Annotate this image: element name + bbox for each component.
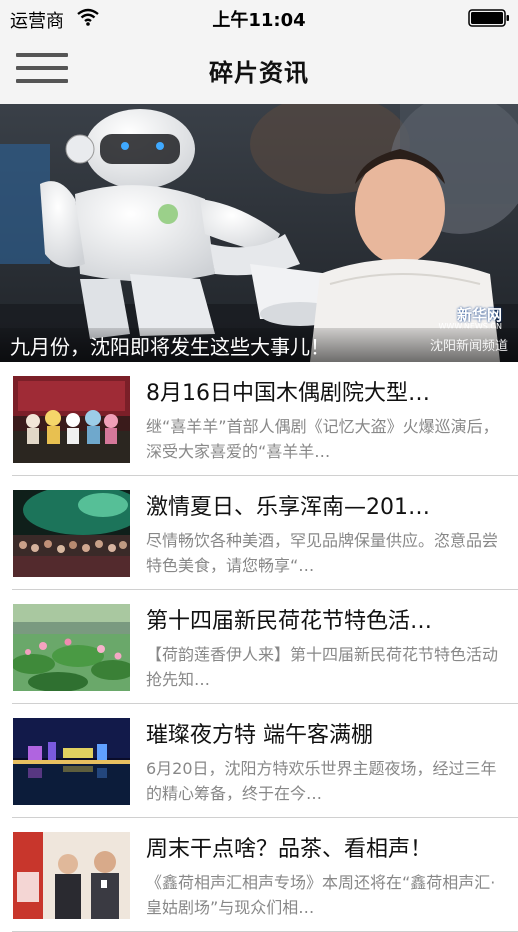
news-summary: 【荷韵莲香伊人来】第十四届新民荷花节特色活动抢先知…	[146, 645, 499, 689]
nav-bar: 碎片资讯	[0, 36, 518, 104]
page-title: 碎片资讯	[209, 59, 309, 87]
news-title: 第十四届新民荷花节特色活…	[146, 609, 433, 634]
news-summary: 6月20日，沈阳方特欢乐世界主题夜场，经过三年的精心筹备，终于在今…	[146, 759, 497, 803]
news-list: 8月16日中国木偶剧院大型… 继“喜羊羊”首部人偶剧《记忆大盗》火爆巡演后，深受…	[0, 362, 518, 932]
news-summary: 尽情畅饮各种美酒，罕见品牌保量供应。恣意品尝特色美食，请您畅享“…	[146, 531, 499, 575]
news-thumbnail	[13, 832, 130, 919]
news-thumbnail	[13, 376, 130, 463]
news-title: 激情夏日、乐享浑南—201…	[146, 495, 430, 520]
status-bar: 运营商 上午11:04	[0, 0, 518, 36]
news-summary: 继“喜羊羊”首部人偶剧《记忆大盗》火爆巡演后，深受大家喜爱的“喜羊羊…	[146, 417, 499, 461]
news-thumbnail	[13, 604, 130, 691]
status-time: 上午11:04	[212, 10, 306, 31]
news-summary: 《鑫荷相声汇相声专场》本周还将在“鑫荷相声汇·皇姑剧场”与现众们相…	[146, 873, 496, 917]
battery-icon	[468, 9, 510, 31]
news-title: 周末干点啥？品茶、看相声！	[146, 837, 433, 862]
featured-banner[interactable]: 新华网 WWW.NEWS.CN 九月份，沈阳即将发生这些大事儿！ 沈阳新闻频道	[0, 104, 518, 362]
news-item[interactable]: 周末干点啥？品茶、看相声！ 《鑫荷相声汇相声专场》本周还将在“鑫荷相声汇·皇姑剧…	[12, 818, 518, 932]
news-title: 璀璨夜方特 端午客满棚	[146, 723, 373, 748]
news-item[interactable]: 激情夏日、乐享浑南—201… 尽情畅饮各种美酒，罕见品牌保量供应。恣意品尝特色美…	[12, 476, 518, 590]
banner-caption: 九月份，沈阳即将发生这些大事儿！	[10, 335, 330, 359]
news-item[interactable]: 第十四届新民荷花节特色活… 【荷韵莲香伊人来】第十四届新民荷花节特色活动抢先知…	[12, 590, 518, 704]
news-title: 8月16日中国木偶剧院大型…	[146, 381, 430, 406]
news-item[interactable]: 8月16日中国木偶剧院大型… 继“喜羊羊”首部人偶剧《记忆大盗》火爆巡演后，深受…	[12, 362, 518, 476]
news-item[interactable]: 璀璨夜方特 端午客满棚 6月20日，沈阳方特欢乐世界主题夜场，经过三年的精心筹备…	[12, 704, 518, 818]
watermark-channel: 沈阳新闻频道	[429, 339, 508, 354]
news-thumbnail	[13, 490, 130, 577]
news-thumbnail	[13, 718, 130, 805]
